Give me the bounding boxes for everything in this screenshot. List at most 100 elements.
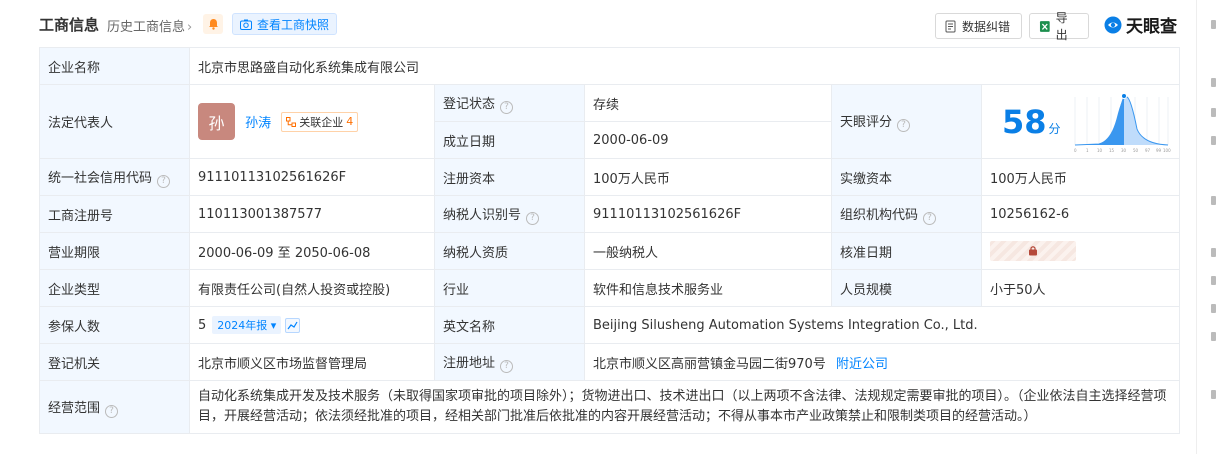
business-info-table: 企业名称 北京市思路盛自动化系统集成有限公司 法定代表人 孙 孙涛 关联企业 4… (39, 47, 1181, 434)
reg-no-label: 工商注册号 (39, 195, 190, 233)
found-date-value: 2000-06-09 (584, 121, 832, 159)
rail-marker (1211, 304, 1216, 313)
address-value: 北京市顺义区高丽营镇金马园二街970号 (593, 356, 826, 372)
avatar[interactable]: 孙 (198, 103, 235, 140)
taxpayer-qual-value: 一般纳税人 (584, 232, 832, 270)
org-code-label: 组织机构代码? (831, 195, 982, 233)
taxpayer-qual-label: 纳税人资质 (434, 232, 585, 270)
axis-tick: 99 (1156, 148, 1162, 153)
score-unit: 分 (1048, 122, 1061, 136)
table-row: 企业类型 有限责任公司(自然人投资或控股) 行业 软件和信息技术服务业 人员规模… (39, 269, 1181, 307)
axis-tick: 10 (1097, 148, 1103, 153)
history-link[interactable]: 历史工商信息 › (107, 16, 192, 35)
legal-rep-name-link[interactable]: 孙涛 (245, 116, 271, 131)
score-value: 58 (1002, 102, 1047, 141)
help-icon[interactable]: ? (923, 211, 937, 225)
address-cell: 北京市顺义区高丽营镇金马园二街970号 附近公司 (583, 343, 1181, 381)
chevron-right-icon: › (187, 20, 193, 35)
help-icon[interactable]: ? (500, 100, 514, 114)
excel-icon (1039, 20, 1050, 32)
en-name-value: Beijing Silusheng Automation Systems Int… (583, 306, 1181, 344)
score-cell[interactable]: 58 分 0 1 10 15 30 50 97 99 100 (980, 84, 1181, 159)
credit-code-label-text: 统一社会信用代码 (48, 170, 153, 186)
correct-data-button[interactable]: 数据纠错 (935, 13, 1022, 39)
associated-companies-button[interactable]: 关联企业 4 (281, 111, 359, 132)
en-name-label: 英文名称 (434, 306, 585, 344)
network-icon (286, 116, 297, 127)
right-sidebar-rail (1196, 0, 1219, 454)
annual-report-dropdown[interactable]: 2024年报 ▾ (212, 316, 282, 334)
credit-code-label: 统一社会信用代码? (39, 158, 190, 196)
table-row: 经营范围? 自动化系统集成开发及技术服务（未取得国家项审批的项目除外）；货物进出… (39, 380, 1181, 434)
table-row: 参保人数 5 2024年报 ▾ 英文名称 Beijing Silusheng Au… (39, 306, 1181, 344)
org-code-label-text: 组织机构代码 (840, 207, 919, 223)
found-date-label: 成立日期 (434, 121, 585, 159)
rail-marker (1211, 332, 1216, 341)
axis-tick: 0 (1074, 148, 1077, 153)
annual-report-label: 2024年报 (217, 319, 268, 332)
score-label-text: 天眼评分 (840, 115, 893, 130)
locked-value[interactable] (990, 241, 1076, 261)
score-distribution-chart: 0 1 10 15 30 50 97 99 100 (1074, 92, 1171, 153)
taxpayer-id-label-text: 纳税人识别号 (443, 207, 522, 223)
logo-text: 天眼查 (1126, 17, 1177, 37)
rail-marker (1211, 248, 1216, 257)
snapshot-label: 查看工商快照 (257, 17, 330, 32)
trend-chart-icon[interactable] (285, 318, 301, 333)
help-icon[interactable]: ? (157, 174, 171, 188)
staff-value: 小于50人 (980, 269, 1181, 307)
reg-no-value: 110113001387577 (189, 195, 435, 233)
reg-capital-value: 100万人民币 (584, 158, 832, 196)
scope-label: 经营范围? (39, 380, 190, 434)
term-label: 营业期限 (39, 232, 190, 270)
table-row: 工商注册号 110113001387577 纳税人识别号? 9111011310… (39, 195, 1181, 233)
nearby-companies-link[interactable]: 附近公司 (836, 357, 888, 372)
edit-doc-icon (945, 20, 956, 32)
axis-tick: 1 (1086, 148, 1089, 153)
org-code-value: 10256162-6 (980, 195, 1181, 233)
reg-status-value: 存续 (584, 84, 832, 122)
table-row: 登记机关 北京市顺义区市场监督管理局 注册地址? 北京市顺义区高丽营镇金马园二街… (39, 343, 1181, 381)
approve-date-label: 核准日期 (831, 232, 982, 270)
industry-label: 行业 (434, 269, 585, 307)
rail-marker (1211, 108, 1216, 117)
rail-marker (1211, 276, 1216, 285)
table-row: 营业期限 2000-06-09 至 2050-06-08 纳税人资质 一般纳税人… (39, 232, 1181, 270)
axis-tick: 15 (1109, 148, 1115, 153)
export-label: 导出 (1055, 11, 1068, 42)
snapshot-button[interactable]: 查看工商快照 (232, 13, 338, 35)
scope-label-text: 经营范围 (48, 400, 101, 416)
rail-marker (1211, 136, 1216, 145)
legal-rep-label: 法定代表人 (39, 84, 190, 159)
help-icon[interactable]: ? (500, 359, 514, 373)
industry-value: 软件和信息技术服务业 (584, 269, 832, 307)
insured-cell: 5 2024年报 ▾ (189, 306, 435, 344)
scope-value: 自动化系统集成开发及技术服务（未取得国家项审批的项目除外）；货物进出口、技术进出… (188, 380, 1181, 434)
authority-label: 登记机关 (39, 343, 190, 381)
camera-icon (240, 19, 252, 30)
bell-icon[interactable] (203, 14, 223, 34)
insured-value: 5 (198, 318, 207, 333)
score-label: 天眼评分? (831, 84, 982, 159)
taxpayer-id-label: 纳税人识别号? (434, 195, 585, 233)
help-icon[interactable]: ? (105, 404, 119, 418)
company-name-label: 企业名称 (39, 47, 190, 85)
paid-capital-value: 100万人民币 (980, 158, 1181, 196)
axis-tick: 50 (1133, 148, 1139, 153)
help-icon[interactable]: ? (526, 211, 540, 225)
rail-marker (1211, 78, 1216, 87)
help-icon[interactable]: ? (897, 119, 911, 132)
axis-tick: 97 (1145, 148, 1151, 153)
export-button[interactable]: 导出 (1029, 11, 1089, 42)
address-label-text: 注册地址 (443, 355, 496, 371)
tianyancha-logo: 天眼查 (1103, 12, 1177, 37)
assoc-label: 关联企业 (299, 115, 344, 129)
staff-label: 人员规模 (831, 269, 982, 307)
legal-rep-cell: 孙 孙涛 关联企业 4 (189, 84, 435, 159)
taxpayer-id-value: 91110113102561626F (584, 195, 832, 233)
lock-icon (1029, 246, 1037, 256)
section-title: 工商信息 (39, 16, 100, 34)
reg-status-label-text: 登记状态 (443, 96, 496, 112)
rail-marker (1211, 390, 1216, 399)
history-label: 历史工商信息 (107, 20, 186, 35)
